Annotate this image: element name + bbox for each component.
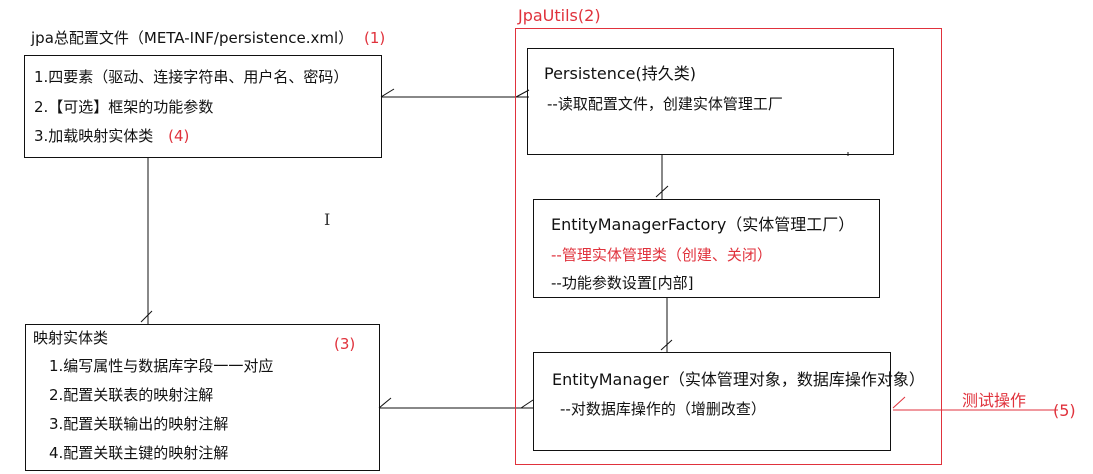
config-item-3: 3.加载映射实体类: [34, 127, 154, 145]
factory-desc: --功能参数设置[内部]: [551, 274, 694, 292]
persistence-desc: --读取配置文件，创建实体管理工厂: [547, 95, 783, 113]
manager-desc: --对数据库操作的（增删改查）: [560, 400, 766, 418]
entity-tick: [140, 310, 153, 323]
config-title: jpa总配置文件（META-INF/persistence.xml）: [31, 29, 354, 47]
entity-tag: (3): [334, 335, 356, 353]
entity-item-4: 4.配置关联主键的映射注解: [49, 444, 229, 462]
entity-title: 映射实体类: [33, 329, 109, 347]
text-cursor-icon: I: [324, 210, 331, 229]
entity-item-1: 1.编写属性与数据库字段一一对应: [49, 357, 274, 375]
persistence-title: Persistence(持久类): [544, 64, 697, 83]
config-tick: [380, 88, 395, 98]
factory-desc-red: --管理实体管理类（创建、关闭）: [551, 246, 772, 264]
entity-tick-right: [378, 397, 392, 409]
test-tag: (5): [1053, 401, 1076, 420]
entity-item-2: 2.配置关联表的映射注解: [49, 386, 214, 404]
jpautils-title: JpaUtils(2): [518, 6, 601, 25]
config-item-2: 2.【可选】框架的功能参数: [34, 98, 214, 116]
manager-title: EntityManager（实体管理对象，数据库操作对象）: [552, 370, 925, 389]
config-item-3-tag: (4): [168, 127, 190, 145]
config-item-1: 1.四要素（驱动、连接字符串、用户名、密码）: [34, 68, 349, 86]
entity-item-3: 3.配置关联输出的映射注解: [49, 415, 229, 433]
config-title-row: jpa总配置文件（META-INF/persistence.xml） (1): [31, 31, 385, 46]
test-label: 测试操作: [962, 391, 1027, 410]
config-item-3-row: 3.加载映射实体类 (4): [34, 129, 189, 144]
config-title-tag: (1): [363, 29, 386, 47]
factory-title: EntityManagerFactory（实体管理工厂）: [551, 215, 855, 234]
